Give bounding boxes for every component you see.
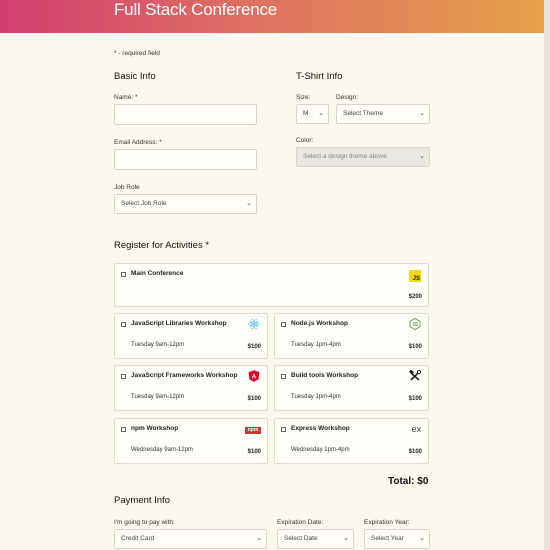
tools-icon [409, 370, 421, 381]
page-title: Full Stack Conference [114, 0, 278, 19]
activity-checkbox[interactable] [121, 322, 126, 327]
email-label: Email Address: * [114, 139, 162, 146]
activities-title: Register for Activities * [114, 240, 210, 251]
chevron-down-icon: ⌄ [343, 535, 349, 542]
name-field[interactable] [114, 104, 257, 125]
activity-checkbox[interactable] [281, 427, 286, 432]
expiration-year-value: Select Year [371, 535, 404, 542]
activity-price: $100 [247, 396, 261, 402]
activity-time: Tuesday 9am-12pm [131, 394, 185, 400]
activity-price: $100 [247, 344, 261, 350]
activity-checkbox[interactable] [121, 427, 126, 432]
activity-price: $100 [247, 449, 261, 455]
activity-name: Express Workshop [291, 425, 350, 432]
job-role-label: Job Role [114, 184, 140, 191]
chevron-down-icon: ⌄ [419, 535, 425, 542]
chevron-down-icon: ⌄ [419, 110, 425, 117]
activity-time: Tuesday 1pm-4pm [291, 342, 341, 348]
chevron-down-icon: ⌄ [256, 535, 262, 542]
payment-method-select[interactable]: Credit Card ⌄ [114, 529, 267, 549]
nodejs-icon: JS [409, 318, 421, 330]
angular-icon: A [248, 370, 260, 382]
angular-icon-letter: A [252, 373, 257, 380]
activity-price: $100 [408, 449, 422, 455]
email-field[interactable] [114, 149, 257, 170]
expiration-date-value: Select Date [284, 535, 318, 542]
activity-card-js-frameworks[interactable]: JavaScript Frameworks Workshop Tuesday 9… [114, 365, 268, 411]
activity-price: $100 [408, 344, 422, 350]
payment-method-value: Credit Card [121, 535, 155, 542]
activity-time: Tuesday 1pm-4pm [291, 394, 341, 400]
payment-method-label: I'm going to pay with: [114, 519, 175, 526]
activity-card-js-libraries[interactable]: JavaScript Libraries Workshop Tuesday 9a… [114, 313, 268, 359]
activity-checkbox[interactable] [281, 374, 286, 379]
svg-text:JS: JS [412, 322, 419, 328]
activity-name: Node.js Workshop [291, 320, 348, 327]
tshirt-info-title: T-Shirt Info [296, 71, 343, 82]
chevron-down-icon: ⌄ [318, 110, 324, 117]
color-label: Color: [296, 137, 314, 144]
activity-card-build-tools[interactable]: Build tools Workshop Tuesday 1pm-4pm $10… [274, 365, 429, 411]
expiration-date-select[interactable]: Select Date ⌄ [277, 529, 354, 549]
scrollbar[interactable] [544, 0, 550, 550]
activity-card-express[interactable]: Express Workshop Wednesday 1pm-4pm $100 … [274, 418, 429, 464]
design-label: Design: [336, 94, 359, 101]
activity-name: npm Workshop [131, 425, 179, 432]
activity-card-main-conference[interactable]: Main Conference $200 JS [114, 263, 429, 307]
size-value: M [303, 110, 309, 117]
activity-card-nodejs[interactable]: Node.js Workshop Tuesday 1pm-4pm $100 JS [274, 313, 429, 359]
react-icon [248, 319, 260, 329]
activities-total: Total: $0 [388, 476, 429, 487]
required-field-note: * - required field [114, 50, 160, 57]
chevron-down-icon: ⌄ [419, 153, 425, 160]
js-icon: JS [409, 270, 421, 282]
activity-checkbox[interactable] [121, 272, 126, 277]
activity-name: Build tools Workshop [291, 372, 359, 379]
express-icon: ex [411, 424, 421, 434]
activity-time: Tuesday 9am-12pm [131, 342, 185, 348]
activity-name: JavaScript Frameworks Workshop [131, 372, 238, 379]
activity-price: $100 [408, 396, 422, 402]
activity-name: JavaScript Libraries Workshop [131, 320, 227, 327]
job-role-value: Select Job Role [121, 200, 167, 207]
activity-name: Main Conference [131, 270, 184, 277]
js-icon-text: JS [412, 276, 420, 282]
size-label: Size: [296, 94, 311, 101]
color-value: Select a design theme above [303, 153, 387, 160]
expiration-date-label: Expiration Date: [277, 519, 324, 526]
design-select[interactable]: Select Theme ⌄ [336, 104, 430, 124]
expiration-year-label: Expiration Year: [364, 519, 410, 526]
color-select[interactable]: Select a design theme above ⌄ [296, 147, 430, 167]
activity-card-npm[interactable]: npm Workshop Wednesday 9am-12pm $100 npm [114, 418, 268, 464]
activity-checkbox[interactable] [281, 322, 286, 327]
job-role-select[interactable]: Select Job Role ⌄ [114, 194, 257, 214]
activity-time: Wednesday 9am-12pm [131, 447, 193, 453]
expiration-year-select[interactable]: Select Year ⌄ [364, 529, 430, 549]
basic-info-title: Basic Info [114, 71, 156, 82]
activity-price: $200 [408, 294, 422, 300]
name-label: Name: * [114, 94, 138, 101]
design-value: Select Theme [343, 110, 383, 117]
size-select[interactable]: M ⌄ [296, 104, 329, 124]
payment-info-title: Payment Info [114, 495, 170, 506]
page-header: Full Stack Conference [0, 0, 544, 33]
npm-icon: npm [245, 427, 261, 434]
chevron-down-icon: ⌄ [246, 200, 252, 207]
activity-time: Wednesday 1pm-4pm [291, 447, 350, 453]
activity-checkbox[interactable] [121, 374, 126, 379]
